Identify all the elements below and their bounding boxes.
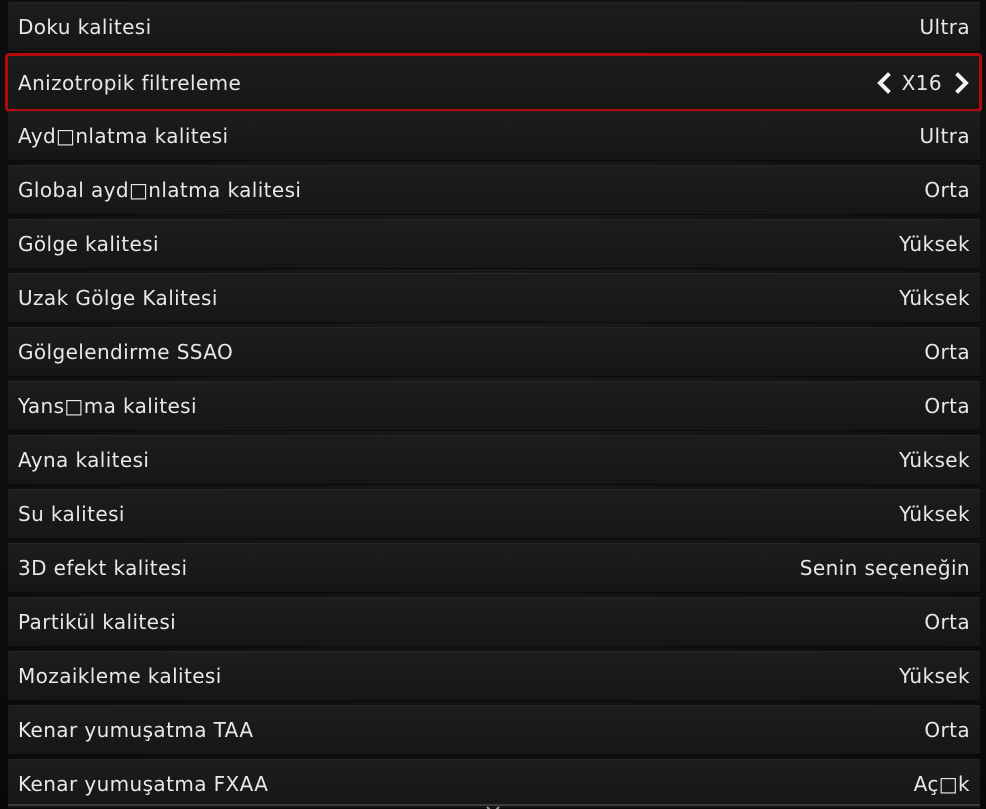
setting-label: Su kalitesi [18,502,125,526]
setting-value: Yüksek [899,286,970,310]
setting-row-shadow-quality[interactable]: Gölge kalitesi Yüksek [8,219,980,269]
setting-label: Kenar yumuşatma TAA [18,718,254,742]
setting-value: Yüksek [899,664,970,688]
setting-value: Orta [924,340,970,364]
setting-value: Yüksek [899,448,970,472]
setting-row-mirror-quality[interactable]: Ayna kalitesi Yüksek [8,435,980,485]
setting-label: 3D efekt kalitesi [18,556,188,580]
setting-label: Partikül kalitesi [18,610,177,634]
setting-label: Uzak Gölge Kalitesi [18,286,218,310]
setting-row-lighting-quality[interactable]: Ayd□nlatma kalitesi Ultra [8,111,980,161]
setting-value: Yüksek [899,502,970,526]
setting-row-global-illumination-quality[interactable]: Global ayd□nlatma kalitesi Orta [8,165,980,215]
setting-value: Yüksek [899,232,970,256]
setting-value-selector: X16 [874,71,972,95]
setting-value: X16 [901,70,942,95]
setting-value: Senin seçeneğin [799,556,970,580]
chevron-left-icon[interactable] [874,71,896,94]
setting-label: Ayd□nlatma kalitesi [18,124,229,148]
setting-label: Global ayd□nlatma kalitesi [18,178,302,202]
setting-label: Doku kalitesi [18,15,152,39]
setting-value: Orta [924,718,970,742]
setting-value: Orta [924,610,970,634]
setting-value: Aç□k [913,772,970,796]
setting-label: Yans□ma kalitesi [18,394,197,418]
setting-row-texture-quality[interactable]: Doku kalitesi Ultra [8,2,980,52]
scroll-down-caret-icon[interactable] [486,800,500,809]
graphics-settings-list: Doku kalitesi Ultra Anizotropik filtrele… [0,0,986,809]
setting-row-taa[interactable]: Kenar yumuşatma TAA Orta [8,705,980,755]
chevron-right-icon[interactable] [950,71,972,94]
setting-label: Gölge kalitesi [18,232,159,256]
setting-label: Kenar yumuşatma FXAA [18,772,269,796]
setting-row-water-quality[interactable]: Su kalitesi Yüksek [8,489,980,539]
setting-row-3d-effect-quality[interactable]: 3D efekt kalitesi Senin seçeneğin [8,543,980,593]
setting-row-reflection-quality[interactable]: Yans□ma kalitesi Orta [8,381,980,431]
setting-label: Ayna kalitesi [18,448,150,472]
setting-row-far-shadow-quality[interactable]: Uzak Gölge Kalitesi Yüksek [8,273,980,323]
setting-value: Orta [924,394,970,418]
setting-value: Ultra [919,15,970,39]
setting-row-tessellation-quality[interactable]: Mozaikleme kalitesi Yüksek [8,651,980,701]
setting-label: Anizotropik filtreleme [18,70,242,95]
setting-row-ssao[interactable]: Gölgelendirme SSAO Orta [8,327,980,377]
setting-row-anisotropic-filtering[interactable]: Anizotropik filtreleme X16 [5,53,982,112]
setting-label: Mozaikleme kalitesi [18,664,222,688]
setting-value: Orta [924,178,970,202]
setting-label: Gölgelendirme SSAO [18,340,234,364]
setting-value: Ultra [919,124,970,148]
setting-row-particle-quality[interactable]: Partikül kalitesi Orta [8,597,980,647]
